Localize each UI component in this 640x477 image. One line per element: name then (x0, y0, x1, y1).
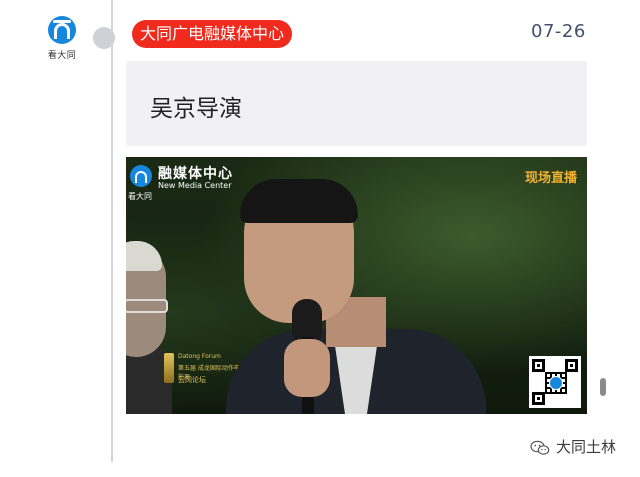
side-person (126, 241, 174, 414)
post-title-card[interactable]: 吴京导演 (126, 61, 587, 146)
event-caption-line3: 云冈论坛 (178, 376, 206, 384)
scrollbar-thumb[interactable] (600, 378, 606, 396)
watermark-text: 大同土林 (556, 438, 617, 456)
video-brand-caption: 看大同 (128, 192, 152, 201)
video-brand-subtitle: New Media Center (158, 181, 232, 190)
event-caption-line1: Datong Forum (178, 353, 221, 360)
account-logo-caption: 看大同 (47, 51, 77, 61)
wechat-icon (530, 440, 550, 455)
speaker-figure (226, 179, 486, 414)
timeline-line (111, 0, 113, 462)
qr-code-icon (529, 356, 581, 408)
media-center-logo-icon (130, 165, 152, 187)
video-player[interactable]: 融媒体中心 New Media Center 看大同 现场直播 Datong F… (126, 157, 587, 414)
post-date: 07-26 (531, 21, 586, 42)
live-label: 现场直播 (524, 171, 577, 186)
microphone-icon (292, 299, 322, 341)
tower-arch-icon (48, 16, 76, 44)
event-emblem-icon (164, 353, 174, 383)
video-brand-title: 融媒体中心 (158, 166, 233, 182)
account-logo[interactable]: 看大同 (40, 16, 84, 61)
post-title: 吴京导演 (150, 96, 242, 122)
source-badge[interactable]: 大同广电融媒体中心 (132, 20, 293, 48)
timeline-dot (93, 27, 115, 49)
